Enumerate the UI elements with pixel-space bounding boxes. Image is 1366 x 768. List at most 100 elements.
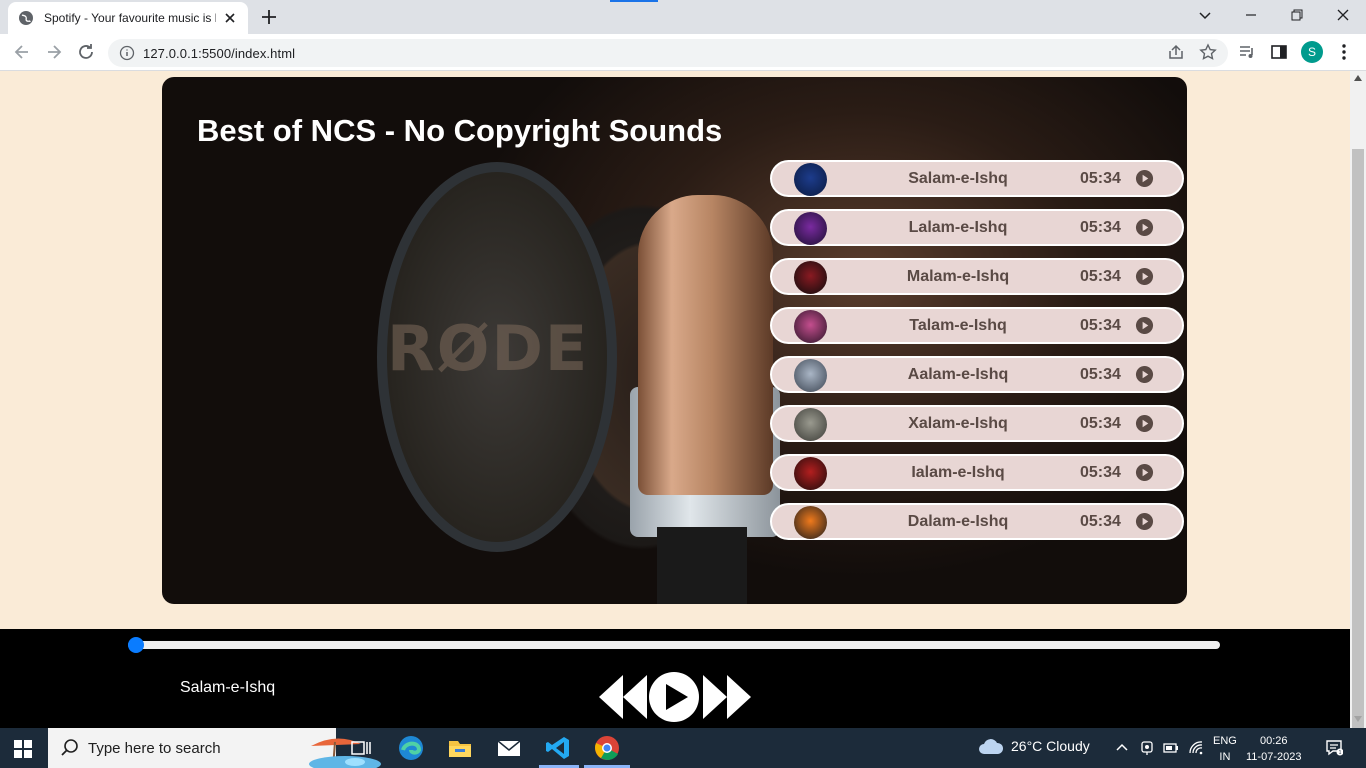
microphone-brand-mark: RØDE xyxy=(387,312,590,385)
reload-icon[interactable] xyxy=(76,42,96,62)
restore-icon xyxy=(1291,9,1303,21)
play-circle-icon[interactable] xyxy=(1135,365,1154,384)
globe-icon xyxy=(19,11,33,25)
previous-icon[interactable] xyxy=(599,675,647,719)
song-duration: 05:34 xyxy=(1080,218,1121,236)
song-cover xyxy=(794,212,827,245)
language-code: ENG xyxy=(1213,735,1237,747)
play-circle-icon[interactable] xyxy=(1135,463,1154,482)
browser-toolbar: 127.0.0.1:5500/index.html S xyxy=(0,34,1366,71)
song-item[interactable]: Talam-e-Ishq 05:34 xyxy=(770,307,1184,344)
task-view-icon[interactable] xyxy=(346,734,374,762)
vscode-icon[interactable] xyxy=(544,734,572,762)
song-duration: 05:34 xyxy=(1080,512,1121,530)
song-name: Xalam-e-Ishq xyxy=(908,414,1008,432)
weather-widget[interactable]: 26°C Cloudy xyxy=(978,736,1090,756)
song-cover xyxy=(794,457,827,490)
song-duration: 05:34 xyxy=(1080,316,1121,334)
bookmark-star-icon[interactable] xyxy=(1199,43,1217,61)
region-code: IN xyxy=(1219,751,1231,763)
browser-tab[interactable]: Spotify - Your favourite music is here xyxy=(8,2,248,34)
play-circle-icon[interactable] xyxy=(1135,414,1154,433)
microphone-stand-image xyxy=(657,527,747,604)
microphone-grille-image xyxy=(638,195,773,495)
scroll-up-arrow[interactable] xyxy=(1354,75,1362,81)
song-item[interactable]: Salam-e-Ishq 05:34 xyxy=(770,160,1184,197)
play-circle-icon[interactable] xyxy=(1135,512,1154,531)
tab-search-button[interactable] xyxy=(1182,0,1228,30)
chrome-icon[interactable] xyxy=(593,734,621,762)
share-icon[interactable] xyxy=(1167,43,1185,61)
song-item[interactable]: Ialam-e-Ishq 05:34 xyxy=(770,454,1184,491)
clock-time: 00:26 xyxy=(1259,735,1288,747)
notification-icon[interactable]: 1 xyxy=(1325,738,1343,756)
meet-now-icon[interactable] xyxy=(1139,740,1155,756)
play-circle-icon[interactable] xyxy=(1135,316,1154,335)
song-item[interactable]: Xalam-e-Ishq 05:34 xyxy=(770,405,1184,442)
taskbar-search[interactable]: Type here to search xyxy=(48,728,381,768)
song-cover xyxy=(794,310,827,343)
now-playing-title: Salam-e-Ishq xyxy=(180,679,276,696)
scroll-down-arrow[interactable] xyxy=(1354,716,1362,722)
site-info-icon[interactable] xyxy=(119,45,135,61)
scroll-thumb[interactable] xyxy=(1352,149,1364,768)
minimize-button[interactable] xyxy=(1228,0,1274,30)
close-window-button[interactable] xyxy=(1320,0,1366,30)
play-icon[interactable] xyxy=(649,672,699,722)
close-tab-icon[interactable] xyxy=(222,10,238,26)
battery-icon[interactable] xyxy=(1163,740,1179,756)
side-panel-icon[interactable] xyxy=(1270,43,1288,61)
edge-browser-icon[interactable] xyxy=(397,734,425,762)
song-duration: 05:34 xyxy=(1080,169,1121,187)
profile-avatar[interactable]: S xyxy=(1301,41,1323,63)
svg-text:1: 1 xyxy=(1339,750,1342,756)
url-text: 127.0.0.1:5500/index.html xyxy=(143,45,296,61)
minimize-icon xyxy=(1246,14,1256,16)
media-queue-icon[interactable] xyxy=(1238,43,1256,61)
page-title: Best of NCS - No Copyright Sounds xyxy=(197,113,723,148)
address-bar[interactable]: 127.0.0.1:5500/index.html xyxy=(108,39,1228,67)
tab-group-marker xyxy=(610,0,658,2)
song-name: Talam-e-Ishq xyxy=(909,316,1007,334)
close-icon xyxy=(1337,9,1349,21)
page-scrollbar[interactable] xyxy=(1350,71,1366,768)
song-duration: 05:34 xyxy=(1080,365,1121,383)
forward-icon[interactable] xyxy=(44,42,64,62)
song-cover xyxy=(794,359,827,392)
song-duration: 05:34 xyxy=(1080,414,1121,432)
back-icon[interactable] xyxy=(12,42,32,62)
clock-date: 11-07-2023 xyxy=(1246,751,1302,763)
song-name: Salam-e-Ishq xyxy=(908,169,1008,187)
windows-start-icon[interactable] xyxy=(14,740,32,758)
play-circle-icon[interactable] xyxy=(1135,169,1154,188)
mail-icon[interactable] xyxy=(495,734,523,762)
file-explorer-icon[interactable] xyxy=(446,734,474,762)
weather-text: 26°C Cloudy xyxy=(1011,738,1090,754)
input-language[interactable]: ENG IN xyxy=(1213,733,1237,765)
system-clock[interactable]: 00:26 11-07-2023 xyxy=(1246,733,1301,765)
song-name: Lalam-e-Ishq xyxy=(908,218,1008,236)
song-item[interactable]: Aalam-e-Ishq 05:34 xyxy=(770,356,1184,393)
menu-kebab-icon[interactable] xyxy=(1336,42,1352,62)
play-circle-icon[interactable] xyxy=(1135,267,1154,286)
song-cover xyxy=(794,261,827,294)
chevron-up-icon[interactable] xyxy=(1114,740,1130,756)
new-tab-icon[interactable] xyxy=(259,7,279,27)
progress-bar[interactable] xyxy=(128,637,1220,653)
play-circle-icon[interactable] xyxy=(1135,218,1154,237)
main-container: RØDE Best of NCS - No Copyright Sounds S… xyxy=(162,77,1187,604)
song-name: Dalam-e-Ishq xyxy=(907,512,1009,530)
tab-title: Spotify - Your favourite music is here xyxy=(44,11,216,25)
song-name: Malam-e-Ishq xyxy=(906,267,1010,285)
song-item[interactable]: Malam-e-Ishq 05:34 xyxy=(770,258,1184,295)
restore-button[interactable] xyxy=(1274,0,1320,30)
song-cover xyxy=(794,163,827,196)
song-item[interactable]: Lalam-e-Ishq 05:34 xyxy=(770,209,1184,246)
song-item[interactable]: Dalam-e-Ishq 05:34 xyxy=(770,503,1184,540)
song-name: Aalam-e-Ishq xyxy=(907,365,1009,383)
search-icon xyxy=(61,739,78,756)
progress-knob[interactable] xyxy=(128,637,144,653)
browser-tab-bar: Spotify - Your favourite music is here xyxy=(0,0,1366,34)
next-icon[interactable] xyxy=(703,675,751,719)
wifi-icon[interactable] xyxy=(1188,740,1204,756)
